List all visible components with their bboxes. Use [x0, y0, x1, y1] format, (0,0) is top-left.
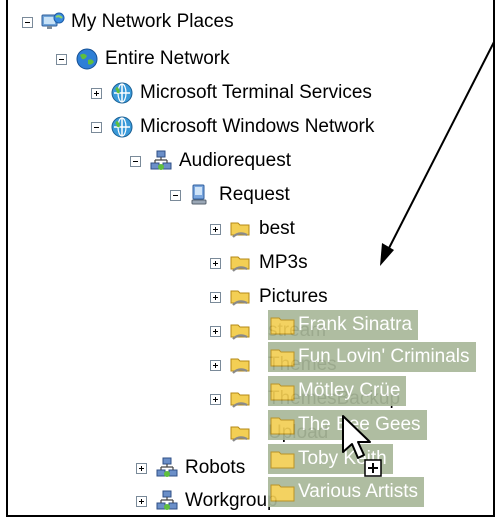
tree-label: Robots — [185, 457, 246, 478]
shared-folder-icon — [230, 358, 250, 374]
expand-toggle-icon[interactable] — [210, 325, 221, 337]
shared-folder-icon — [230, 256, 250, 272]
dragged-item-motley-crue: Mötley Crüe — [268, 376, 407, 406]
tree-label: Request — [219, 184, 290, 205]
copy-plus-icon — [364, 459, 382, 477]
tree-item-windows-network[interactable]: Microsoft Windows Network — [91, 112, 374, 142]
shared-folder-icon — [230, 324, 250, 340]
expand-toggle-icon[interactable] — [210, 291, 221, 303]
expand-toggle-icon[interactable] — [91, 87, 102, 99]
network-places-icon — [41, 12, 65, 29]
collapse-toggle-icon[interactable] — [170, 189, 181, 201]
tree-label: Pictures — [259, 286, 328, 307]
tree-item-workgroup[interactable]: Workgroup — [136, 486, 278, 516]
tree-label: My Network Places — [71, 11, 234, 32]
collapse-toggle-icon[interactable] — [91, 121, 102, 133]
workgroup-icon — [156, 457, 178, 477]
tree-item-entire-network[interactable]: Entire Network — [56, 44, 230, 74]
tree-item-robots[interactable]: Robots — [136, 453, 245, 483]
tree-item-my-network-places[interactable]: My Network Places — [22, 7, 234, 37]
tree-item-audiorequest[interactable]: Audiorequest — [130, 146, 291, 176]
network-globe-icon — [111, 82, 133, 104]
folder-icon — [270, 349, 295, 367]
tree-label: MP3s — [259, 252, 308, 273]
annotation-arrow-icon — [380, 41, 495, 266]
dragged-item-frank-sinatra: Frank Sinatra — [268, 310, 419, 340]
collapse-toggle-icon[interactable] — [22, 16, 33, 28]
tree-label: Entire Network — [105, 48, 230, 69]
expand-toggle-icon[interactable] — [136, 495, 147, 507]
dragged-item-label: Mötley Crüe — [298, 380, 401, 401]
tree-label: Workgroup — [185, 490, 278, 511]
computer-icon — [191, 184, 207, 205]
tree-item-best[interactable]: best — [210, 214, 295, 244]
tree-label: Microsoft Windows Network — [140, 116, 375, 137]
folder-icon — [270, 317, 295, 335]
expand-toggle-icon[interactable] — [210, 223, 221, 235]
folder-icon — [270, 484, 295, 502]
tree-item-request[interactable]: Request — [170, 180, 290, 210]
expand-toggle-icon[interactable] — [210, 257, 221, 269]
expand-toggle-icon[interactable] — [210, 359, 221, 371]
dragged-item-label: Fun Lovin' Criminals — [298, 346, 470, 367]
shared-folder-icon — [230, 392, 250, 408]
network-globe-icon — [111, 116, 133, 138]
tree-label: Microsoft Terminal Services — [140, 82, 372, 103]
shared-folder-icon — [230, 222, 250, 238]
tree-item-pictures[interactable]: Pictures — [210, 282, 328, 312]
tree-item-terminal-services[interactable]: Microsoft Terminal Services — [91, 78, 372, 108]
folder-icon — [270, 417, 295, 435]
folder-icon — [270, 451, 295, 469]
dragged-item-various-artists: Various Artists — [268, 477, 425, 507]
workgroup-icon — [156, 490, 178, 510]
shared-folder-icon — [230, 290, 250, 306]
folder-icon — [270, 383, 295, 401]
dragged-item-fun-lovin-criminals: Fun Lovin' Criminals — [268, 342, 476, 372]
globe-icon — [76, 48, 98, 70]
tree-label: Audiorequest — [179, 150, 291, 171]
expand-toggle-icon[interactable] — [136, 462, 147, 474]
expand-toggle-icon[interactable] — [210, 393, 221, 405]
tree-item-mp3s[interactable]: MP3s — [210, 248, 308, 278]
collapse-toggle-icon[interactable] — [130, 155, 141, 167]
shared-folder-icon — [230, 426, 250, 442]
dragged-item-label: Various Artists — [298, 481, 419, 502]
tree-label: best — [259, 218, 295, 239]
workgroup-icon — [150, 150, 172, 170]
dragged-item-label: Frank Sinatra — [298, 314, 413, 335]
collapse-toggle-icon[interactable] — [56, 53, 67, 65]
